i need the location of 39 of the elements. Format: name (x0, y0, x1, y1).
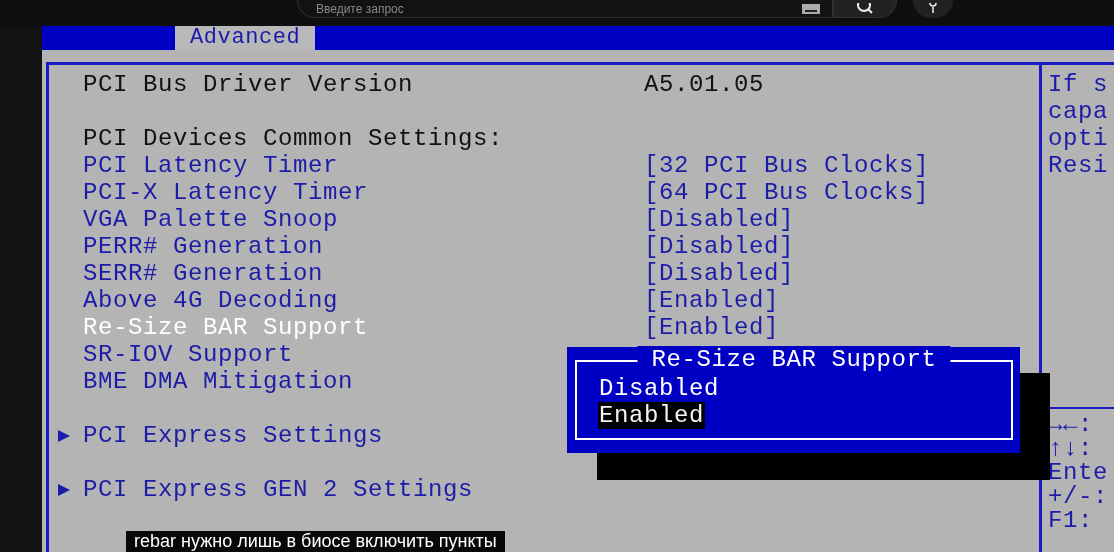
setting-value: [32 PCI Bus Clocks] (644, 152, 930, 179)
info-label: PCI Bus Driver Version (83, 71, 415, 98)
microphone-button[interactable] (913, 0, 953, 18)
keyboard-icon[interactable] (802, 3, 820, 14)
setting-label[interactable]: PCI-X Latency Timer (83, 179, 644, 206)
setting-value: [Disabled] (644, 260, 795, 287)
subtitle-caption: rebar нужно лишь в биосе включить пункты (126, 531, 505, 552)
search-icon (855, 2, 875, 15)
key-hint: Ente (1048, 461, 1109, 485)
setting-label[interactable]: SERR# Generation (83, 260, 644, 287)
popup-option[interactable]: Enabled (598, 402, 706, 429)
search-field[interactable]: Введите запрос (297, 0, 833, 18)
help-text: capa (1048, 98, 1109, 125)
setting-label[interactable]: Above 4G Decoding (83, 287, 644, 314)
section-heading: PCI Devices Common Settings: (83, 125, 505, 152)
setting-value: [Enabled] (644, 314, 780, 341)
key-hint: →←: (1048, 413, 1094, 437)
submenu-arrow-icon (57, 483, 71, 497)
setting-label[interactable]: PCI Latency Timer (83, 152, 644, 179)
key-hint: F1: (1048, 509, 1094, 533)
setting-label[interactable]: VGA Palette Snoop (83, 206, 644, 233)
popup-option[interactable]: Disabled (598, 375, 721, 402)
key-hint: +/-: (1048, 485, 1109, 509)
help-text: opti (1048, 125, 1109, 152)
menu-tab[interactable]: Advanced (175, 26, 316, 50)
search-button[interactable] (833, 0, 897, 18)
submenu-link[interactable]: PCI Express GEN 2 Settings (83, 476, 644, 503)
submenu-arrow-icon (57, 429, 71, 443)
setting-value: [64 PCI Bus Clocks] (644, 179, 930, 206)
popup-title: Re-Size BAR Support (637, 346, 951, 373)
help-text: Resi (1048, 152, 1109, 179)
setting-label[interactable]: PERR# Generation (83, 233, 644, 260)
setting-value: [Disabled] (644, 233, 795, 260)
setting-value: [Disabled] (644, 206, 795, 233)
help-text: If s (1048, 71, 1109, 98)
setting-value: [Enabled] (644, 287, 780, 314)
search-placeholder: Введите запрос (316, 0, 404, 17)
info-value: A5.01.05 (644, 71, 765, 98)
key-hint: ↑↓: (1048, 437, 1094, 461)
